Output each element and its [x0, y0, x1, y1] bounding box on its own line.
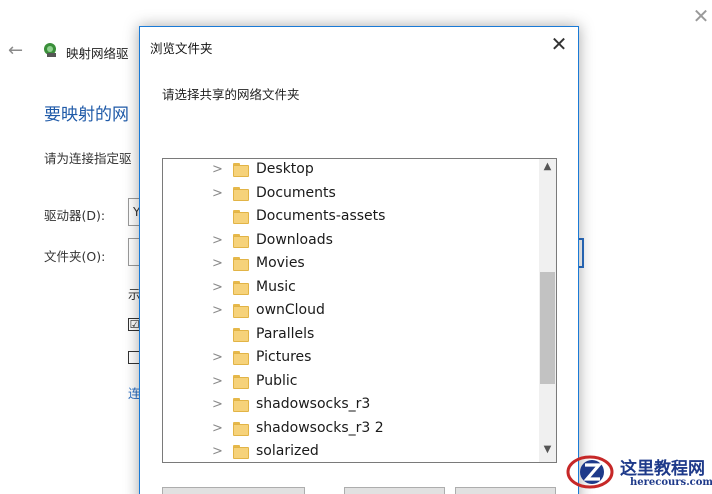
chevron-right-icon[interactable]: > [212, 280, 223, 295]
new-folder-button[interactable] [162, 487, 305, 494]
folder-icon [233, 304, 249, 318]
tree-row[interactable]: Parallels [163, 324, 539, 348]
chevron-right-icon[interactable]: > [212, 374, 223, 389]
folder-name: shadowsocks_r3 [256, 396, 371, 412]
folder-name: Pictures [256, 349, 312, 365]
wizard-heading: 要映射的网 [44, 105, 129, 125]
folder-name: Desktop [256, 161, 314, 177]
folder-icon [233, 186, 249, 201]
chevron-right-icon[interactable]: > [212, 444, 223, 459]
folder-icon [233, 280, 249, 295]
tree-row[interactable]: Documents-assets [163, 206, 539, 230]
folder-name: Parallels [256, 325, 315, 342]
watermark-url: herecours.com [630, 477, 712, 488]
folder-name: shadowsocks_r3 2 [256, 419, 384, 436]
folder-name: Documents-assets [256, 208, 386, 224]
wizard-close-icon[interactable]: ✕ [690, 4, 712, 28]
chevron-right-icon[interactable]: > [212, 162, 223, 177]
chevron-right-icon[interactable]: > [212, 350, 223, 365]
back-arrow-icon[interactable]: ← [8, 40, 23, 61]
folder-tree[interactable]: > Desktop > Documents Documents-assets > Downl… [162, 158, 557, 463]
tree-row[interactable]: > solarized [163, 441, 539, 462]
folder-label: 文件夹(O): [44, 249, 106, 264]
chevron-right-icon[interactable]: > [212, 256, 223, 271]
dialog-title: 浏览文件夹 [150, 41, 213, 56]
chevron-right-icon[interactable]: > [212, 397, 223, 412]
folder-name: Documents [256, 184, 336, 201]
tree-scrollbar[interactable]: ▲ ▼ [539, 159, 556, 462]
folder-icon [233, 351, 249, 365]
dialog-close-icon[interactable]: ✕ [542, 31, 576, 59]
tree-row[interactable]: > Movies [163, 253, 539, 277]
folder-icon [233, 445, 249, 459]
folder-name: Public [256, 372, 298, 389]
folder-icon [233, 210, 249, 224]
browse-folder-dialog: 浏览文件夹 ✕ 请选择共享的网络文件夹 > Desktop > Documents Do… [139, 26, 579, 494]
tree-row[interactable]: > Public [163, 371, 539, 395]
tree-row[interactable]: > Desktop [163, 159, 539, 183]
tree-row[interactable]: > Pictures [163, 347, 539, 371]
wizard-description: 请为连接指定驱 [44, 151, 132, 166]
wizard-title: 映射网络驱 [66, 46, 129, 61]
folder-icon [233, 327, 249, 342]
tree-row[interactable]: > Music [163, 277, 539, 301]
folder-name: Downloads [256, 231, 333, 248]
chevron-right-icon[interactable]: > [212, 303, 223, 318]
dialog-titlebar[interactable]: 浏览文件夹 ✕ [140, 27, 578, 63]
network-drive-icon [44, 43, 56, 57]
cancel-button[interactable] [455, 487, 556, 494]
scroll-down-icon[interactable]: ▼ [539, 444, 556, 460]
dialog-prompt: 请选择共享的网络文件夹 [162, 87, 300, 102]
tree-row[interactable]: > shadowsocks_r3 [163, 394, 539, 418]
folder-name: Music [256, 278, 296, 295]
folder-icon [233, 163, 249, 177]
folder-icon [233, 398, 249, 412]
drive-label: 驱动器(D): [44, 208, 106, 223]
tree-row[interactable]: > shadowsocks_r3 2 [163, 418, 539, 442]
folder-icon [233, 233, 249, 248]
scroll-up-icon[interactable]: ▲ [539, 161, 556, 177]
folder-name: Movies [256, 255, 305, 271]
chevron-right-icon[interactable]: > [212, 186, 223, 201]
scroll-thumb[interactable] [540, 272, 555, 384]
folder-icon [233, 374, 249, 389]
tree-row[interactable]: > ownCloud [163, 300, 539, 324]
folder-name: solarized [256, 443, 319, 459]
ok-button[interactable] [344, 487, 445, 494]
watermark-name: 这里教程网 [620, 459, 705, 479]
folder-icon [233, 421, 249, 436]
chevron-right-icon[interactable]: > [212, 421, 223, 436]
folder-icon [233, 257, 249, 271]
watermark-logo [566, 455, 614, 489]
folder-name: ownCloud [256, 302, 325, 318]
tree-row[interactable]: > Downloads [163, 230, 539, 254]
tree-row[interactable]: > Documents [163, 183, 539, 207]
chevron-right-icon[interactable]: > [212, 233, 223, 248]
